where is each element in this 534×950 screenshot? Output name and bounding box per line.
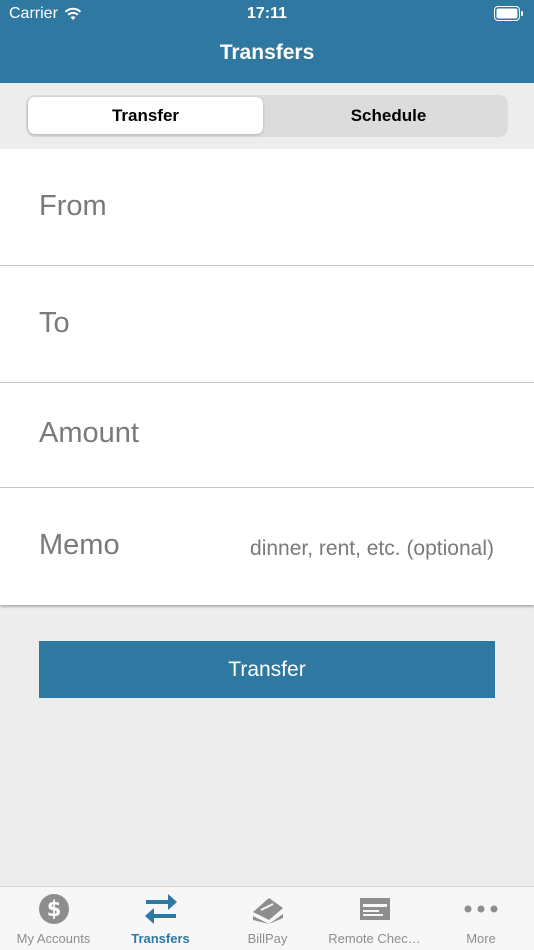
amount-label: Amount	[39, 417, 139, 449]
memo-input[interactable]: dinner, rent, etc. (optional)	[250, 537, 494, 561]
segment-transfer[interactable]: Transfer	[28, 97, 263, 134]
memo-row[interactable]: Memo dinner, rent, etc. (optional)	[0, 488, 534, 605]
to-label: To	[39, 307, 70, 339]
tab-label: Transfers	[131, 931, 190, 946]
swap-arrows-icon	[144, 894, 177, 924]
tab-transfers[interactable]: Transfers	[107, 887, 214, 950]
page-title: Transfers	[219, 41, 315, 64]
tab-more[interactable]: More	[428, 887, 534, 950]
tab-my-accounts[interactable]: $ My Accounts	[0, 887, 107, 950]
from-label: From	[39, 190, 107, 222]
tab-label: Remote Chec…	[328, 931, 421, 946]
tab-remote-check[interactable]: Remote Chec…	[321, 887, 428, 950]
tab-label: More	[466, 931, 496, 946]
segmented-control: Transfer Schedule	[26, 95, 508, 137]
segment-schedule[interactable]: Schedule	[271, 97, 506, 134]
transfer-form: From To Amount Memo dinner, rent, etc. (…	[0, 149, 534, 605]
to-row[interactable]: To	[0, 266, 534, 383]
from-row[interactable]: From	[0, 149, 534, 266]
bill-icon	[252, 898, 283, 924]
battery-icon	[494, 6, 523, 21]
tab-billpay[interactable]: BillPay	[214, 887, 321, 950]
tab-label: My Accounts	[16, 931, 91, 946]
clock: 17:11	[246, 5, 288, 22]
nav-bar: Carrier 17:11 Transfers	[0, 0, 534, 83]
transfer-button[interactable]: Transfer	[39, 641, 495, 698]
status-bar: Carrier 17:11	[0, 0, 534, 28]
memo-label: Memo	[39, 529, 120, 561]
svg-text:$: $	[46, 897, 61, 921]
check-icon	[359, 898, 390, 920]
more-dots-icon	[464, 905, 498, 913]
tab-bar: $ My Accounts Transfers BillPay Remote C…	[0, 886, 534, 950]
tab-label: BillPay	[247, 931, 288, 946]
dollar-coin-icon: $	[38, 894, 69, 924]
amount-row[interactable]: Amount	[0, 383, 534, 488]
segment-area: Transfer Schedule	[0, 83, 534, 149]
